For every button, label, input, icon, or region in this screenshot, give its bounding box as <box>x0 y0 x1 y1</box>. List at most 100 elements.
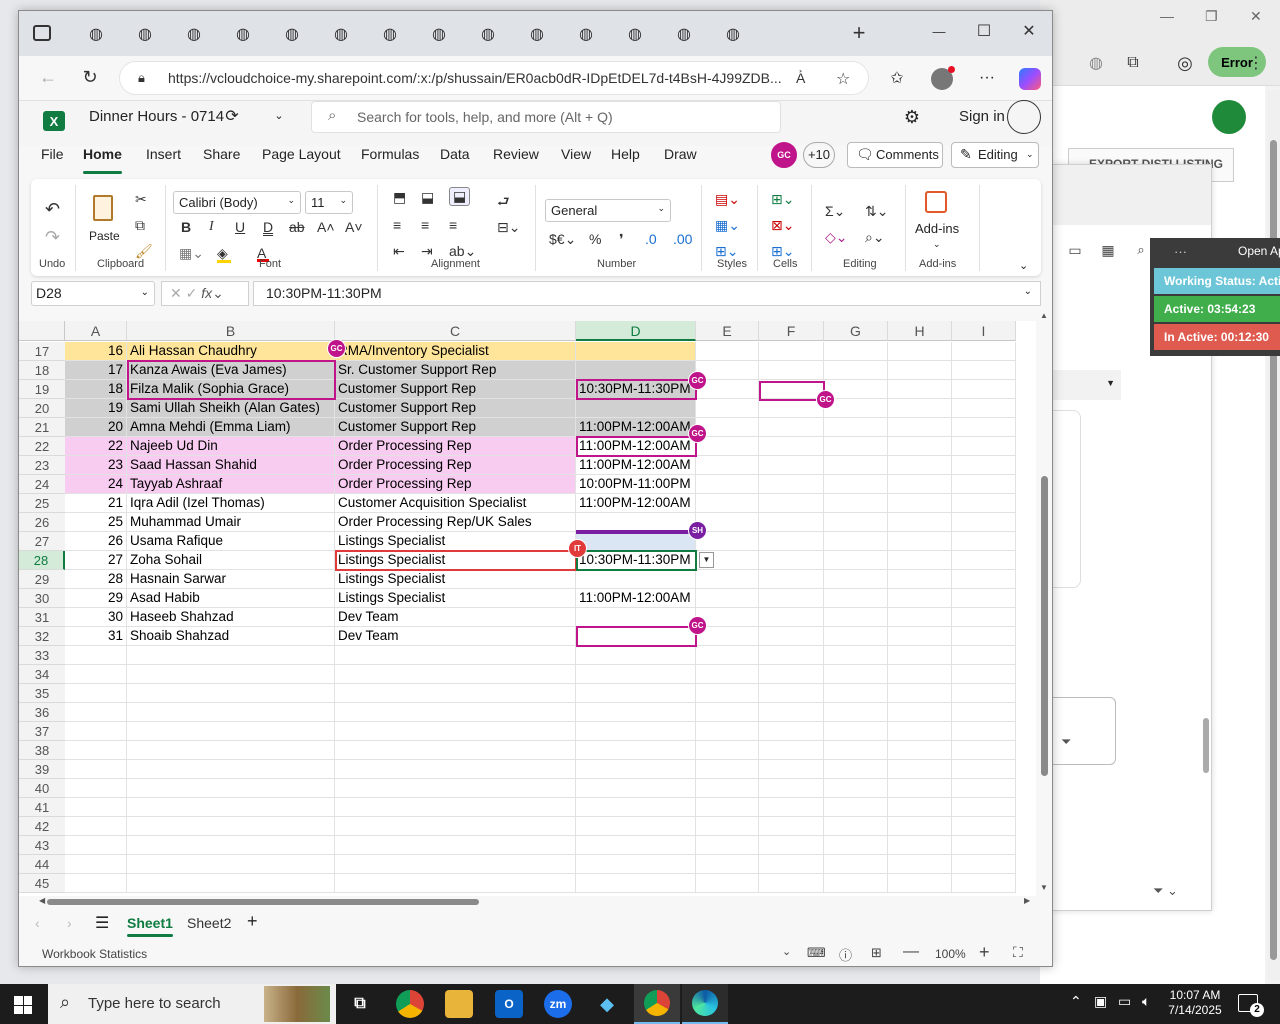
empty-cell[interactable] <box>127 779 335 798</box>
menu-view[interactable]: View <box>561 146 591 162</box>
browser-tab-globe-icon[interactable]: ◍ <box>330 23 352 45</box>
empty-cell[interactable] <box>759 741 824 760</box>
empty-cell[interactable] <box>952 399 1016 418</box>
name-box[interactable]: D28 ⌄ <box>31 281 155 306</box>
cell-a27[interactable]: 26 <box>65 532 127 551</box>
menu-draw[interactable]: Draw <box>664 146 697 162</box>
browser-tab-globe-icon[interactable]: ◍ <box>673 23 695 45</box>
chat-scrollbar[interactable] <box>1203 718 1209 773</box>
empty-cell[interactable] <box>952 874 1016 893</box>
vertical-scrollbar[interactable]: ▲ ▼ <box>1036 311 1052 896</box>
align-middle-icon[interactable]: ⬓ <box>421 189 434 206</box>
empty-cell[interactable] <box>888 361 952 380</box>
browser-tab-globe-icon[interactable]: ◍ <box>281 23 303 45</box>
empty-cell[interactable] <box>952 855 1016 874</box>
empty-cell[interactable] <box>952 551 1016 570</box>
collaborator-badge[interactable]: GC <box>327 339 346 358</box>
empty-cell[interactable] <box>888 608 952 627</box>
empty-cell[interactable] <box>824 855 888 874</box>
empty-cell[interactable] <box>576 855 696 874</box>
empty-cell[interactable] <box>759 342 824 361</box>
empty-cell[interactable] <box>824 342 888 361</box>
row-header[interactable]: 30 <box>19 589 65 608</box>
cell-a17[interactable]: 16 <box>65 342 127 361</box>
excel-logo-icon[interactable]: X <box>43 111 65 131</box>
avatar[interactable] <box>1212 100 1246 134</box>
increase-decimal-icon[interactable]: .0 <box>645 231 657 247</box>
chevron-down-icon[interactable]: ⌄ <box>933 239 941 250</box>
find-icon[interactable]: ⌕⌄ <box>865 229 885 246</box>
menu-review[interactable]: Review <box>493 146 539 162</box>
empty-cell[interactable] <box>952 684 1016 703</box>
empty-cell[interactable] <box>952 836 1016 855</box>
fill-color-icon[interactable]: ◈ <box>217 245 231 263</box>
formula-input[interactable]: 10:30PM-11:30PM ⌄ <box>253 281 1041 306</box>
empty-cell[interactable] <box>759 456 824 475</box>
cell-a19[interactable]: 18 <box>65 380 127 399</box>
outlook-icon[interactable]: O <box>495 990 523 1018</box>
url-field[interactable]: 🔒︎ https://vcloudchoice-my.sharepoint.co… <box>119 61 869 95</box>
empty-cell[interactable] <box>952 342 1016 361</box>
zoom-app-icon[interactable]: zm <box>544 990 572 1018</box>
browser-tab-globe-icon[interactable]: ◍ <box>134 23 156 45</box>
undo-icon[interactable]: ↶ <box>45 199 60 220</box>
align-top-icon[interactable]: ⬒ <box>393 189 406 206</box>
cell-a28[interactable]: 27 <box>65 551 127 570</box>
select-all-corner[interactable] <box>19 321 65 341</box>
search-input[interactable]: ⌕ Search for tools, help, and more (Alt … <box>311 101 781 133</box>
cell-d30[interactable]: 11:00PM-12:00AM <box>576 589 696 608</box>
cell-c21[interactable]: Customer Support Rep <box>335 418 576 437</box>
empty-cell[interactable] <box>824 589 888 608</box>
cell-d21[interactable]: 11:00PM-12:00AM <box>576 418 696 437</box>
column-header-f[interactable]: F <box>759 321 824 341</box>
empty-cell[interactable] <box>759 589 824 608</box>
empty-cell[interactable] <box>696 741 759 760</box>
close-icon[interactable]: ✕ <box>1250 8 1262 25</box>
empty-cell[interactable] <box>952 418 1016 437</box>
empty-cell[interactable] <box>824 513 888 532</box>
cell-d26[interactable] <box>576 513 696 532</box>
empty-cell[interactable] <box>952 608 1016 627</box>
column-header-i[interactable]: I <box>952 321 1016 341</box>
empty-cell[interactable] <box>759 608 824 627</box>
decrease-font-icon[interactable]: A˅ <box>345 219 363 235</box>
empty-cell[interactable] <box>888 760 952 779</box>
empty-cell[interactable] <box>335 741 576 760</box>
empty-cell[interactable] <box>824 703 888 722</box>
edge-taskbar-item[interactable] <box>682 984 728 1024</box>
empty-cell[interactable] <box>576 703 696 722</box>
empty-cell[interactable] <box>335 779 576 798</box>
empty-cell[interactable] <box>952 437 1016 456</box>
cell-b22[interactable]: Najeeb Ud Din <box>127 437 335 456</box>
extensions-icon[interactable]: ⧉ <box>1122 52 1144 74</box>
row-header[interactable]: 19 <box>19 380 65 399</box>
empty-cell[interactable] <box>696 684 759 703</box>
empty-cell[interactable] <box>888 532 952 551</box>
sign-in-link[interactable]: Sign in <box>959 108 1005 125</box>
empty-cell[interactable] <box>759 570 824 589</box>
empty-cell[interactable] <box>888 513 952 532</box>
zoom-out-icon[interactable]: — <box>903 943 919 961</box>
empty-cell[interactable] <box>696 760 759 779</box>
empty-cell[interactable] <box>576 779 696 798</box>
taskbar-search[interactable]: ⌕ Type here to search <box>48 984 336 1024</box>
empty-cell[interactable] <box>824 551 888 570</box>
empty-cell[interactable] <box>759 646 824 665</box>
cell-a21[interactable]: 20 <box>65 418 127 437</box>
empty-cell[interactable] <box>65 874 127 893</box>
align-center-icon[interactable]: ≡ <box>421 217 429 233</box>
empty-cell[interactable] <box>696 437 759 456</box>
empty-cell[interactable] <box>824 627 888 646</box>
empty-cell[interactable] <box>759 399 824 418</box>
calendar-icon[interactable]: ▦ <box>1098 240 1118 260</box>
empty-cell[interactable] <box>65 855 127 874</box>
cell-d23[interactable]: 11:00PM-12:00AM <box>576 456 696 475</box>
cell-a31[interactable]: 30 <box>65 608 127 627</box>
browser-tab-globe-icon[interactable]: ◍ <box>624 23 646 45</box>
empty-cell[interactable] <box>696 817 759 836</box>
editing-mode-button[interactable]: ✎ Editing ⌄ <box>951 142 1039 168</box>
cell-c31[interactable]: Dev Team <box>335 608 576 627</box>
cell-d32[interactable] <box>576 627 696 646</box>
empty-cell[interactable] <box>696 836 759 855</box>
bg-scrollbar[interactable] <box>1267 90 1280 980</box>
